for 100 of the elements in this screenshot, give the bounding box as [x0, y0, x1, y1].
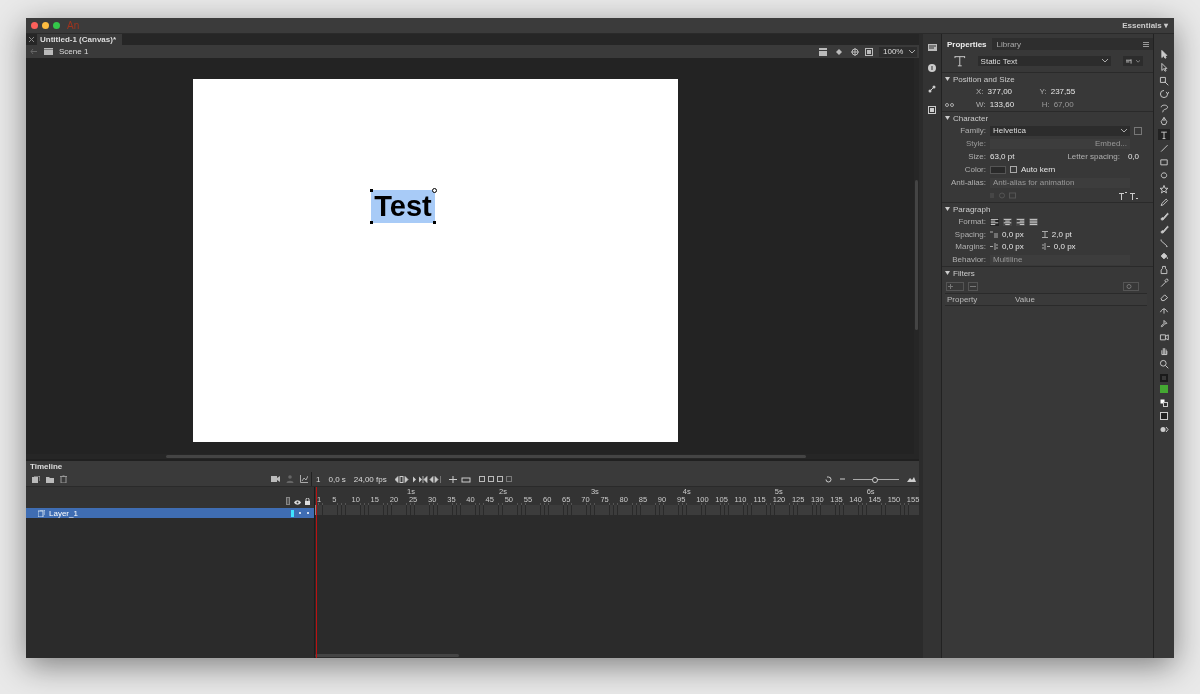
library-icon[interactable] [928, 106, 936, 114]
reset-icon[interactable] [825, 475, 832, 483]
font-size-value[interactable]: 63,0 pt [990, 152, 1015, 161]
slider-thumb[interactable] [871, 477, 878, 483]
column-header: Value [1014, 295, 1036, 304]
text-tool-icon[interactable] [1158, 129, 1170, 140]
x-value[interactable]: 377,00 [987, 87, 1018, 96]
crosshair-icon[interactable] [851, 47, 859, 56]
expand-triangle-icon[interactable] [945, 207, 950, 211]
close-tab-icon[interactable] [29, 37, 34, 42]
onion-skin-icons[interactable] [478, 475, 512, 483]
minimize-button[interactable] [42, 22, 49, 29]
link-icon[interactable] [945, 102, 954, 107]
close-button[interactable] [31, 22, 38, 29]
font-sync-icon[interactable] [1134, 126, 1142, 135]
properties-panel-icon[interactable] [927, 44, 937, 51]
ink-bottle-icon[interactable] [1158, 264, 1170, 275]
nodes-icon[interactable] [928, 85, 936, 93]
panel-tab[interactable]: Properties [942, 38, 992, 50]
camera-icon[interactable] [271, 476, 280, 482]
swap-colors-icon[interactable] [1160, 398, 1168, 407]
workspace-menu[interactable]: Essentials ▾ [1122, 21, 1168, 30]
bone-icon[interactable] [1158, 237, 1170, 248]
line-icon[interactable] [1158, 142, 1170, 154]
new-layer-icon[interactable] [32, 475, 40, 483]
layer-row[interactable]: Layer_1 [26, 508, 314, 518]
eraser-icon[interactable] [1158, 291, 1170, 302]
mountain-icon[interactable] [907, 476, 916, 482]
align-button[interactable] [1029, 217, 1038, 226]
outline-color-swatch[interactable] [291, 509, 294, 517]
indent-value[interactable]: 0,0 px [1002, 229, 1024, 239]
frame-number: 1 [316, 474, 321, 484]
frame-cells[interactable] [315, 505, 919, 515]
hollow-arrow-icon[interactable] [1158, 61, 1170, 73]
layer-name: Layer_1 [49, 508, 78, 518]
font-family-dropdown[interactable]: Helvetica [990, 125, 1130, 136]
panel-tab[interactable]: Library [991, 38, 1027, 50]
lasso-icon[interactable] [1158, 102, 1170, 113]
width-value[interactable]: 133,60 [989, 100, 1020, 109]
playback-controls[interactable] [394, 475, 441, 483]
rotate-icon[interactable] [1158, 88, 1170, 100]
selection-handle[interactable] [370, 189, 373, 192]
zoom-slider[interactable] [853, 476, 899, 482]
arrow-icon[interactable] [1158, 48, 1170, 59]
lock-icon[interactable] [305, 498, 310, 505]
align-button[interactable] [990, 217, 999, 226]
section-title: Character [953, 113, 989, 123]
info-icon[interactable] [928, 64, 936, 72]
brush-icon[interactable] [1158, 223, 1170, 235]
document-tab[interactable]: Untitled-1 (Canvas)* [37, 34, 122, 45]
default-colors-icon[interactable] [1160, 412, 1168, 420]
selection-handle[interactable] [433, 221, 436, 224]
checkbox[interactable] [1010, 166, 1017, 173]
superscript-subscript-icons[interactable] [1119, 191, 1139, 200]
trash-icon[interactable] [60, 475, 67, 483]
orientation-dropdown[interactable] [1123, 56, 1143, 66]
add-filter-button[interactable] [946, 281, 964, 291]
eyedropper-icon[interactable] [1158, 277, 1170, 289]
text-color-swatch[interactable] [990, 165, 1006, 174]
selection-handle[interactable] [432, 188, 437, 193]
loop-controls[interactable] [448, 475, 471, 483]
snap-icon[interactable] [1159, 425, 1169, 433]
text-type-dropdown[interactable]: Static Text [977, 56, 1111, 66]
align-button[interactable] [1016, 217, 1025, 226]
remove-filter-button[interactable] [968, 281, 978, 291]
zoom-dropdown[interactable]: 100% [879, 46, 917, 57]
align-button[interactable] [1003, 217, 1012, 226]
line-spacing-value[interactable]: 2,0 pt [1051, 229, 1072, 239]
graph-icon[interactable] [300, 475, 308, 483]
folder-icon[interactable] [46, 475, 54, 483]
text-object[interactable]: Test [371, 190, 435, 223]
clip-icon[interactable] [865, 47, 873, 56]
orientation-icon [1126, 58, 1133, 64]
horizontal-scrollbar[interactable] [315, 654, 459, 657]
expand-triangle-icon[interactable] [945, 271, 950, 275]
y-value[interactable]: 237,55 [1050, 87, 1081, 96]
transform-icon[interactable] [1158, 75, 1170, 86]
pencil-icon[interactable] [1158, 196, 1170, 208]
fill-color-swatch[interactable] [1160, 385, 1168, 393]
right-margin-value[interactable]: 0,0 px [1053, 242, 1076, 251]
left-margin-value[interactable]: 0,0 px [1002, 242, 1024, 251]
symbol-icon[interactable] [835, 47, 845, 56]
caret-icon [1135, 59, 1140, 63]
zoom-icon[interactable] [1158, 358, 1170, 370]
eye-icon[interactable] [294, 500, 301, 505]
expand-triangle-icon[interactable] [945, 77, 950, 81]
letter-spacing-value[interactable]: 0,0 [1127, 152, 1139, 161]
brush-icon[interactable] [1158, 210, 1170, 221]
selection-handle[interactable] [370, 221, 373, 224]
panel-menu-icon[interactable] [1143, 41, 1149, 47]
hand-icon[interactable] [1158, 345, 1170, 356]
camera-icon[interactable] [1158, 331, 1170, 343]
rectangle-icon[interactable] [1158, 156, 1170, 167]
stroke-color-swatch[interactable] [1160, 374, 1168, 382]
star-icon[interactable] [1158, 183, 1170, 194]
maximize-button[interactable] [53, 22, 60, 29]
bucket-icon[interactable] [1158, 250, 1170, 262]
pen-icon[interactable] [1158, 115, 1170, 127]
expand-triangle-icon[interactable] [945, 116, 950, 120]
clapper-icon[interactable] [819, 47, 829, 56]
